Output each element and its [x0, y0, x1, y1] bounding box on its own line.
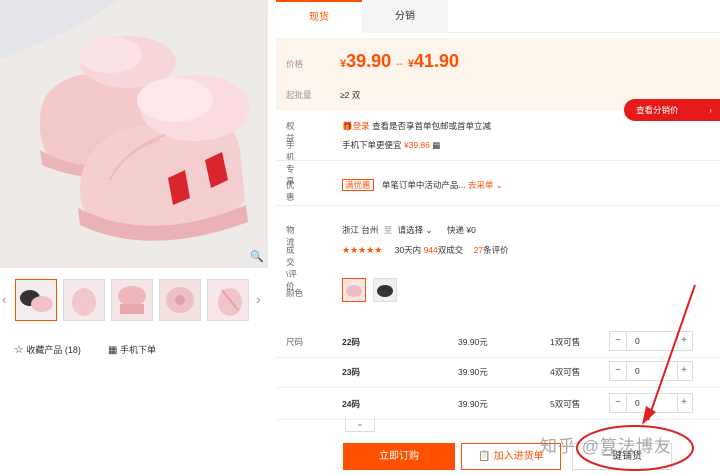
- view-distribution-price-label: 查看分销价: [636, 105, 679, 115]
- chevron-down-icon: ⌄: [495, 180, 503, 190]
- size-price: 39.90元: [458, 367, 488, 377]
- chevron-down-icon: ⌄: [425, 225, 433, 235]
- moq-value: ≥2 双: [340, 90, 361, 100]
- color-label: 颜色: [286, 288, 304, 298]
- zoom-icon[interactable]: 🔍: [250, 250, 264, 264]
- main-product-image[interactable]: [0, 0, 268, 268]
- size-row: 24码 39.90元 5双可售 − 0 +: [276, 387, 720, 420]
- view-distribution-price-button[interactable]: 查看分销价 ›: [624, 99, 720, 121]
- size-row: 22码 39.90元 1双可售 − 0 +: [276, 325, 720, 358]
- tab-in-stock[interactable]: 现货: [276, 0, 362, 33]
- chevron-right-icon: ›: [709, 105, 712, 115]
- color-swatch-pink[interactable]: [342, 278, 366, 302]
- left-actions: ☆ 收藏产品 (18) ▦ 手机下单: [14, 343, 156, 356]
- favorite-label: 收藏产品: [26, 345, 63, 355]
- thumbnail-5[interactable]: [207, 279, 249, 321]
- watermark: 知乎 @算法博友: [540, 437, 672, 456]
- increment-button[interactable]: +: [676, 394, 692, 412]
- rating-stars: ★★★★★: [342, 245, 383, 255]
- add-to-cart-label: 加入进货单: [493, 451, 544, 462]
- reviews-link[interactable]: 27: [474, 245, 483, 255]
- divider: [276, 205, 720, 206]
- size-price: 39.90元: [458, 399, 488, 409]
- decrement-button[interactable]: −: [610, 332, 626, 350]
- login-label: 登录: [352, 121, 370, 131]
- shipping-fee: 快递 ¥0: [447, 225, 476, 235]
- sales-prefix: 30天内: [394, 245, 422, 255]
- price-range: ¥39.90 -- ¥41.90: [340, 51, 459, 72]
- price-high: 41.90: [414, 51, 460, 71]
- promo-tag: 满优惠: [342, 179, 374, 191]
- divider: [276, 160, 720, 161]
- size-name: 22码: [342, 337, 360, 347]
- quantity-input[interactable]: 0: [626, 362, 678, 380]
- promo-label: 优惠: [286, 180, 295, 202]
- sales-count: 944: [423, 245, 438, 255]
- thumbnail-3[interactable]: [111, 279, 153, 321]
- thumbnail-2[interactable]: [63, 279, 105, 321]
- decrement-button[interactable]: −: [610, 394, 626, 412]
- thumb-prev-icon[interactable]: ‹: [2, 291, 7, 307]
- quantity-stepper: − 0 +: [609, 393, 693, 413]
- thumb-next-icon[interactable]: ›: [256, 291, 261, 307]
- promo-text: 单笔订单中活动产品...: [381, 180, 466, 190]
- decrement-button[interactable]: −: [610, 362, 626, 380]
- thumbnail-strip: ‹ ›: [0, 279, 270, 323]
- favorite-count: (18): [64, 345, 81, 355]
- sales-unit: 双成交: [437, 245, 464, 255]
- gift-icon: 🎁: [342, 121, 353, 131]
- tab-distribution[interactable]: 分销: [362, 0, 448, 33]
- reviews-unit: 条评价: [483, 245, 509, 255]
- clipboard-icon: 📋: [478, 451, 491, 462]
- mobile-order-label: 手机下单: [119, 345, 156, 355]
- price-separator: --: [396, 59, 403, 70]
- size-row: 23码 39.90元 4双可售 − 0 +: [276, 355, 720, 388]
- buy-now-button[interactable]: 立即订购: [343, 443, 455, 470]
- increment-button[interactable]: +: [676, 362, 692, 380]
- login-link[interactable]: 🎁登录: [342, 121, 372, 131]
- mobile-exclusive-text: 手机下单更便宜: [342, 140, 402, 150]
- color-swatch-black[interactable]: [373, 278, 397, 302]
- quantity-stepper: − 0 +: [609, 361, 693, 381]
- moq-label: 起批量: [286, 90, 312, 100]
- size-availability: 4双可售: [550, 367, 581, 377]
- ship-from: 浙江 台州: [342, 225, 379, 235]
- promo-link-label: 去采单: [467, 180, 494, 190]
- benefits-text: 查看是否享首单包邮或首单立减: [371, 121, 491, 131]
- increment-button[interactable]: +: [676, 332, 692, 350]
- qr-code-icon[interactable]: ▦: [432, 140, 440, 150]
- price-label: 价格: [286, 59, 304, 69]
- size-name: 23码: [342, 367, 360, 377]
- chevron-down-icon: ⌄: [356, 419, 364, 428]
- mobile-exclusive-price: ¥39.86: [403, 140, 430, 150]
- thumbnail-4[interactable]: [159, 279, 201, 321]
- sales-label: 成交\评价: [286, 245, 297, 291]
- ship-to-word: 至: [383, 225, 393, 235]
- thumbnail-1[interactable]: [15, 279, 57, 321]
- size-availability: 5双可售: [550, 399, 581, 409]
- size-price: 39.90元: [458, 337, 488, 347]
- price-low: 39.90: [346, 51, 392, 71]
- quantity-input[interactable]: 0: [626, 332, 678, 350]
- star-icon: ☆: [14, 344, 24, 356]
- quantity-stepper: − 0 +: [609, 331, 693, 351]
- expand-sizes-button[interactable]: ⌄: [345, 418, 375, 432]
- size-name: 24码: [342, 399, 360, 409]
- tab-bar: 现货 分销: [276, 0, 720, 33]
- size-availability: 1双可售: [550, 337, 581, 347]
- reviews-count: 27: [473, 245, 484, 255]
- promo-link[interactable]: 去采单 ⌄: [468, 180, 503, 190]
- favorite-button[interactable]: ☆ 收藏产品 (18): [14, 344, 83, 356]
- quantity-input[interactable]: 0: [626, 394, 678, 412]
- destination-label: 请选择: [397, 225, 424, 235]
- qr-code-icon: ▦: [107, 345, 118, 356]
- destination-select[interactable]: 请选择 ⌄: [398, 225, 433, 235]
- mobile-order-button[interactable]: ▦ 手机下单: [107, 345, 156, 356]
